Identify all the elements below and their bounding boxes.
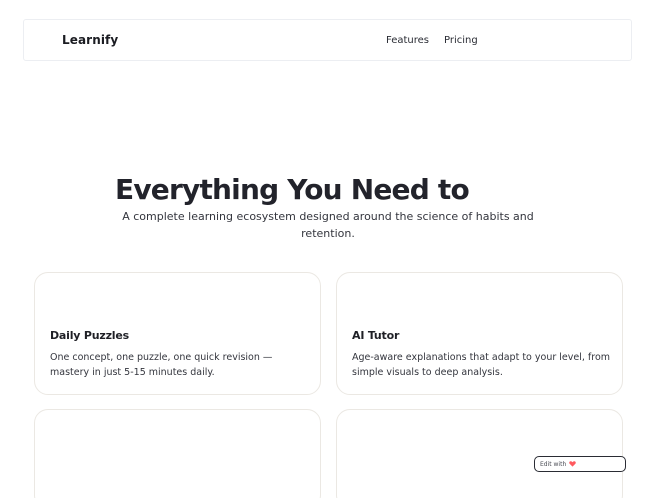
page: Learnify Features Pricing Everything You…: [0, 0, 655, 498]
feature-card-title: AI Tutor: [352, 329, 400, 342]
nav-links: Features Pricing: [386, 35, 478, 46]
hero-subtitle: A complete learning ecosystem designed a…: [122, 210, 534, 240]
navbar: Learnify Features Pricing: [23, 19, 632, 61]
nav-link-pricing[interactable]: Pricing: [444, 35, 478, 46]
feature-card-title: Daily Puzzles: [50, 329, 129, 342]
edit-with-badge[interactable]: Edit with: [534, 456, 626, 472]
nav-link-features[interactable]: Features: [386, 35, 429, 46]
feature-card: [34, 409, 321, 498]
heart-icon: [569, 461, 577, 467]
feature-card-daily-puzzles: Daily Puzzles One concept, one puzzle, o…: [34, 272, 321, 395]
feature-card-description: Age-aware explanations that adapt to you…: [352, 352, 611, 378]
hero-title: Everything You Need to: [115, 172, 470, 206]
brand-logo[interactable]: Learnify: [62, 33, 118, 47]
feature-card: [336, 409, 623, 498]
feature-card-ai-tutor: AI Tutor Age-aware explanations that ada…: [336, 272, 623, 395]
feature-card-description: One concept, one puzzle, one quick revis…: [50, 352, 273, 378]
edit-with-label: Edit with: [540, 460, 567, 468]
